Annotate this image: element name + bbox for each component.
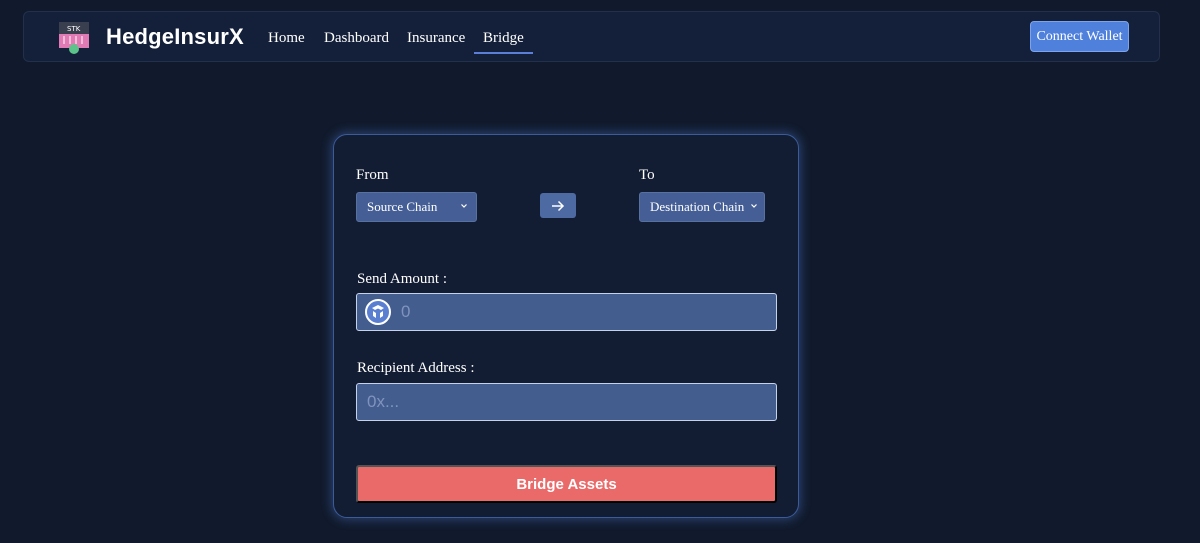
nav-bridge[interactable]: Bridge [474, 30, 533, 54]
logo-text: STK [67, 25, 81, 33]
destination-chain-value: Destination Chain [650, 199, 745, 214]
arrow-right-icon [552, 200, 565, 211]
nav-home[interactable]: Home [268, 30, 305, 47]
swap-direction-button[interactable] [540, 193, 576, 218]
navbar: STK HedgeInsurX Home Dashboard Insurance… [23, 11, 1160, 62]
send-amount-label: Send Amount : [357, 271, 448, 287]
token-icon [365, 299, 391, 325]
logo[interactable]: STK [59, 22, 89, 54]
connect-wallet-button[interactable]: Connect Wallet [1030, 21, 1129, 52]
bridge-assets-button[interactable]: Bridge Assets [356, 465, 777, 503]
from-label: From [356, 167, 389, 183]
bridge-card: From To Source Chain Destination Chain S… [333, 134, 799, 518]
nav-insurance[interactable]: Insurance [407, 30, 465, 47]
recipient-placeholder: 0x... [367, 392, 400, 411]
brand-name[interactable]: HedgeInsurX [106, 24, 244, 50]
chevron-down-icon [751, 204, 757, 208]
source-chain-value: Source Chain [367, 199, 438, 214]
nav-dashboard[interactable]: Dashboard [324, 30, 389, 47]
chevron-down-icon [461, 204, 467, 208]
source-chain-select[interactable]: Source Chain [356, 192, 477, 222]
recipient-address-input[interactable]: 0x... [356, 383, 777, 421]
amount-placeholder: 0 [401, 302, 411, 321]
destination-chain-select[interactable]: Destination Chain [639, 192, 765, 222]
to-label: To [639, 167, 655, 183]
send-amount-input[interactable]: 0 [356, 293, 777, 331]
recipient-address-label: Recipient Address : [357, 360, 475, 376]
